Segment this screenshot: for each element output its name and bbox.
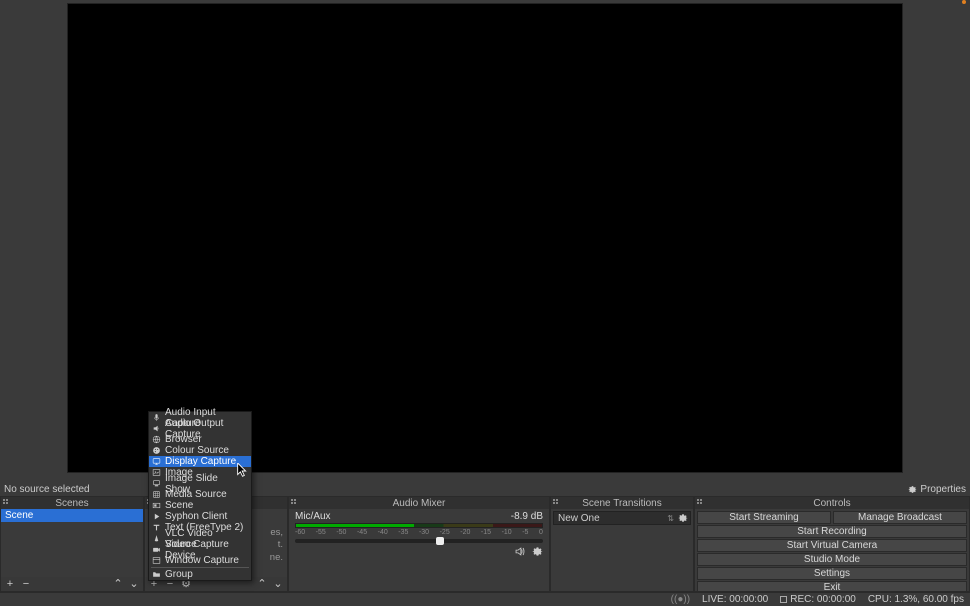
status-bar: ((●)) LIVE: 00:00:00 REC: 00:00:00 CPU: … <box>0 592 970 606</box>
channel-settings-button[interactable] <box>531 545 543 557</box>
manage-broadcast-button[interactable]: Manage Broadcast <box>833 511 967 524</box>
ctx-item-image-slide-show[interactable]: Image Slide Show <box>149 478 251 489</box>
mute-button[interactable] <box>513 545 525 557</box>
start-virtual-camera-button[interactable]: Start Virtual Camera <box>697 539 967 552</box>
mic-icon <box>151 413 161 423</box>
chevron-updown-icon: ⇅ <box>667 514 674 523</box>
ctx-item-label: Display Capture <box>165 456 236 467</box>
volume-slider[interactable] <box>295 539 543 543</box>
controls-body: Start Streaming Manage Broadcast Start R… <box>695 509 969 591</box>
controls-dock: Controls Start Streaming Manage Broadcas… <box>694 496 970 592</box>
ctx-item-group[interactable]: Group <box>149 569 251 580</box>
ctx-item-label: Scene <box>165 500 193 511</box>
monitor-icon <box>151 457 161 467</box>
no-source-label: No source selected <box>4 484 908 495</box>
ctx-item-label: Media Source <box>165 489 227 500</box>
cpu-status: CPU: 1.3%, 60.00 fps <box>868 594 964 605</box>
move-up-button[interactable]: ⌃ <box>113 579 123 589</box>
properties-label: Properties <box>920 484 966 495</box>
ctx-item-label: Group <box>165 569 193 580</box>
window-icon <box>151 556 161 566</box>
grip-icon <box>697 499 705 507</box>
mixer-channel: Mic/Aux -8.9 dB -60-55-50-45-40-35-30-25… <box>289 509 549 559</box>
palette-icon <box>151 446 161 456</box>
globe-icon <box>151 435 161 445</box>
slides-icon <box>151 479 161 489</box>
ctx-item-video-capture-device[interactable]: Video Capture Device <box>149 544 251 555</box>
move-down-button[interactable]: ⌄ <box>129 579 139 589</box>
start-streaming-button[interactable]: Start Streaming <box>697 511 831 524</box>
scenes-toolbar: + − ⌃ ⌄ <box>1 577 143 591</box>
info-bar: No source selected Properties <box>0 482 970 496</box>
meter-ticks: -60-55-50-45-40-35-30-25-20-15-10-50 <box>295 529 543 537</box>
stop-icon <box>780 596 787 603</box>
image-icon <box>151 468 161 478</box>
exit-button[interactable]: Exit <box>697 581 967 591</box>
preview-canvas[interactable] <box>67 3 903 473</box>
preview-area <box>0 0 970 482</box>
ctx-item-scene[interactable]: Scene <box>149 500 251 511</box>
controls-header[interactable]: Controls <box>695 497 969 509</box>
grip-icon <box>3 499 11 507</box>
ctx-item-display-capture[interactable]: Display Capture <box>149 456 251 467</box>
scene-icon <box>151 501 161 511</box>
rec-status: REC: 00:00:00 <box>780 594 856 605</box>
transitions-title: Scene Transitions <box>582 498 662 509</box>
slider-thumb[interactable] <box>436 537 444 545</box>
audio-mixer-dock: Audio Mixer Mic/Aux -8.9 dB -60-55-50-45… <box>288 496 550 592</box>
remove-scene-button[interactable]: − <box>21 579 31 589</box>
move-up-button[interactable]: ⌃ <box>257 579 267 589</box>
mixer-title: Audio Mixer <box>393 498 446 509</box>
gear-icon[interactable] <box>678 513 688 523</box>
settings-button[interactable]: Settings <box>697 567 967 580</box>
scenes-list[interactable]: Scene <box>1 509 143 577</box>
transitions-header[interactable]: Scene Transitions <box>551 497 693 509</box>
studio-mode-button[interactable]: Studio Mode <box>697 553 967 566</box>
transitions-body: New One ⇅ <box>551 509 693 591</box>
connection-indicator: ((●)) <box>671 594 690 605</box>
ctx-item-label: Colour Source <box>165 445 229 456</box>
channel-name: Mic/Aux <box>295 511 331 522</box>
indicator-dot <box>962 0 966 4</box>
add-scene-button[interactable]: + <box>5 579 15 589</box>
transition-value: New One <box>558 513 600 524</box>
scenes-title: Scenes <box>55 498 88 509</box>
ctx-item-audio-output-capture[interactable]: Audio Output Capture <box>149 423 251 434</box>
transition-dropdown[interactable]: New One ⇅ <box>553 511 691 525</box>
ctx-separator <box>151 567 249 568</box>
ctx-item-label: Window Capture <box>165 555 239 566</box>
properties-button[interactable]: Properties <box>908 484 966 495</box>
cone-icon <box>151 534 161 544</box>
grip-icon <box>553 499 561 507</box>
add-source-context-menu[interactable]: Audio Input CaptureAudio Output CaptureB… <box>148 411 252 581</box>
speaker-icon <box>151 424 161 434</box>
scene-item[interactable]: Scene <box>1 509 143 522</box>
ctx-item-label: Browser <box>165 434 202 445</box>
move-down-button[interactable]: ⌄ <box>273 579 283 589</box>
scenes-dock: Scenes Scene + − ⌃ ⌄ <box>0 496 144 592</box>
live-status: LIVE: 00:00:00 <box>702 594 768 605</box>
gear-icon <box>908 485 917 494</box>
ctx-item-window-capture[interactable]: Window Capture <box>149 555 251 566</box>
volume-meter <box>295 523 543 528</box>
mixer-body: Mic/Aux -8.9 dB -60-55-50-45-40-35-30-25… <box>289 509 549 591</box>
channel-level: -8.9 dB <box>511 511 543 522</box>
grip-icon <box>291 499 299 507</box>
camera-icon <box>151 545 161 555</box>
scenes-header[interactable]: Scenes <box>1 497 143 509</box>
start-recording-button[interactable]: Start Recording <box>697 525 967 538</box>
ctx-item-colour-source[interactable]: Colour Source <box>149 445 251 456</box>
film-icon <box>151 490 161 500</box>
text-icon <box>151 523 161 533</box>
play-icon <box>151 512 161 522</box>
controls-title: Controls <box>813 498 850 509</box>
mixer-header[interactable]: Audio Mixer <box>289 497 549 509</box>
folder-icon <box>151 570 161 580</box>
transitions-dock: Scene Transitions New One ⇅ <box>550 496 694 592</box>
docks-row: Scenes Scene + − ⌃ ⌄ Sources es, t. ne. … <box>0 496 970 592</box>
ctx-item-syphon-client[interactable]: Syphon Client <box>149 511 251 522</box>
ctx-item-label: Syphon Client <box>165 511 227 522</box>
